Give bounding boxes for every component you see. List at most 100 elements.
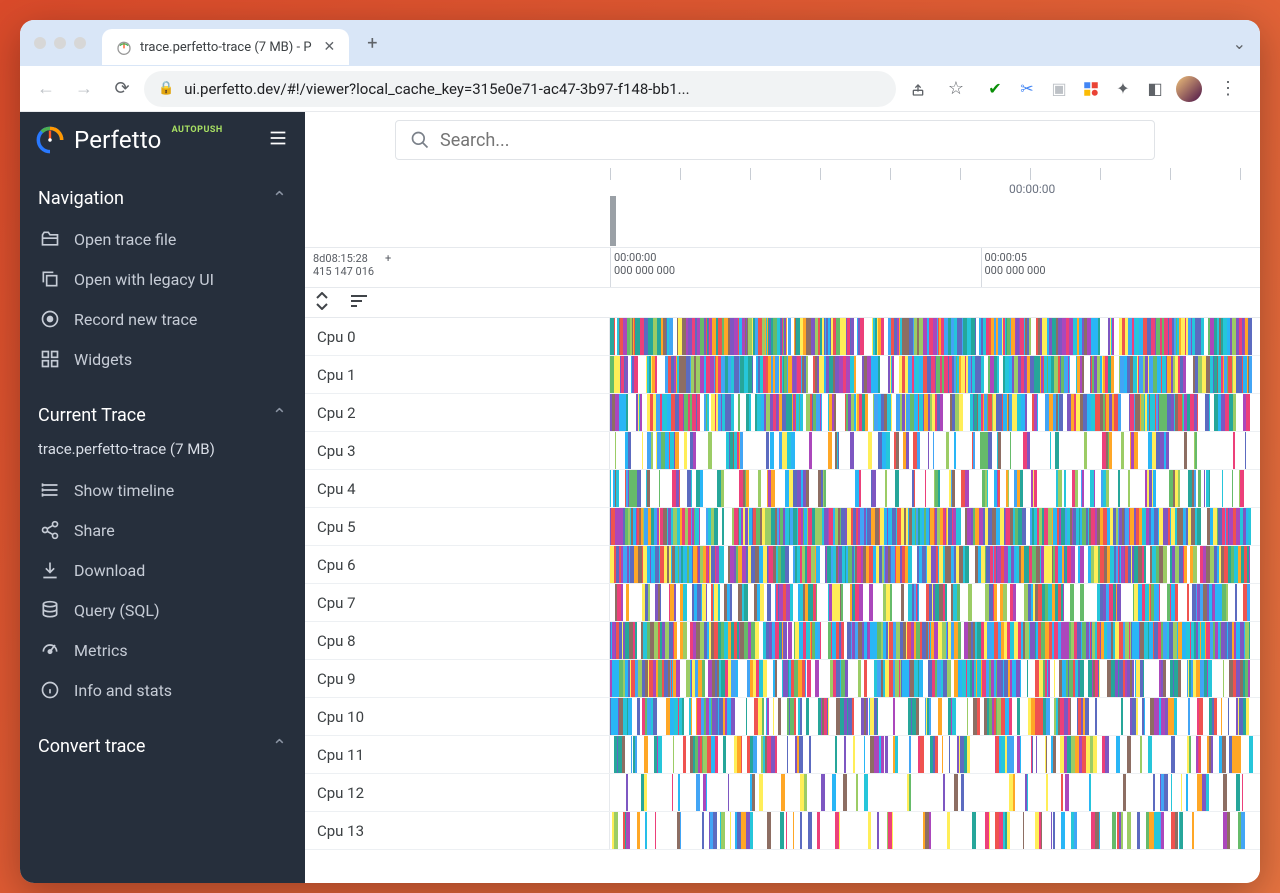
menuitem-show-timeline[interactable]: Show timeline — [20, 470, 305, 510]
track-data[interactable] — [610, 660, 1260, 697]
ruler-plus-icon: + — [385, 252, 391, 265]
track-label: Cpu 5 — [305, 508, 610, 545]
cpu-track[interactable]: Cpu 3 — [305, 432, 1260, 470]
cpu-track[interactable]: Cpu 8 — [305, 622, 1260, 660]
time-ruler[interactable]: 8d08:15:28 415 147 016 + 00:00:00000 000… — [305, 248, 1260, 288]
trace-filename: trace.perfetto-trace (7 MB) — [20, 436, 305, 470]
cpu-track[interactable]: Cpu 7 — [305, 584, 1260, 622]
menuitem-download[interactable]: Download — [20, 550, 305, 590]
cpu-track[interactable]: Cpu 2 — [305, 394, 1260, 432]
timeline-overview[interactable]: 00:00:0000:00:05 — [305, 168, 1260, 248]
menuitem-widgets[interactable]: Widgets — [20, 339, 305, 379]
ext-window-icon[interactable]: ▣ — [1048, 78, 1070, 100]
track-data[interactable] — [610, 698, 1260, 735]
record-icon — [40, 309, 60, 329]
nav-reload-icon[interactable]: ⟳ — [106, 73, 138, 105]
track-label: Cpu 6 — [305, 546, 610, 583]
track-data[interactable] — [610, 470, 1260, 507]
browser-tab[interactable]: trace.perfetto-trace (7 MB) - P ✕ — [102, 29, 349, 65]
share-page-icon[interactable] — [902, 73, 934, 105]
menuitem-share[interactable]: Share — [20, 510, 305, 550]
menuitem-label: Open with legacy UI — [74, 270, 214, 289]
bookmark-star-icon[interactable]: ☆ — [940, 73, 972, 105]
viewport-marker[interactable] — [610, 196, 616, 246]
chrome-menu-icon[interactable]: ⋮ — [1212, 73, 1244, 105]
cpu-track[interactable]: Cpu 13 — [305, 812, 1260, 850]
section-header[interactable]: Current Trace⌃ — [20, 393, 305, 436]
brand-name: Perfetto — [74, 126, 162, 154]
expand-collapse-icon[interactable] — [315, 292, 329, 314]
track-data[interactable] — [610, 356, 1260, 393]
search-input[interactable] — [440, 130, 1140, 151]
cpu-track[interactable]: Cpu 12 — [305, 774, 1260, 812]
track-label: Cpu 12 — [305, 774, 610, 811]
cpu-track[interactable]: Cpu 4 — [305, 470, 1260, 508]
track-label: Cpu 8 — [305, 622, 610, 659]
extension-icons: ✔ ✂ ▣ ✦ ◧ ⋮ — [984, 73, 1244, 105]
cpu-track[interactable]: Cpu 1 — [305, 356, 1260, 394]
section-header[interactable]: Convert trace⌃ — [20, 724, 305, 767]
section-title: Navigation — [38, 188, 124, 209]
track-data[interactable] — [610, 736, 1260, 773]
menuitem-metrics[interactable]: Metrics — [20, 630, 305, 670]
ruler-mark: 00:00:00000 000 000 — [614, 251, 675, 277]
track-data[interactable] — [610, 318, 1260, 355]
profile-avatar[interactable] — [1176, 76, 1202, 102]
widgets-icon — [40, 349, 60, 369]
track-controls — [305, 288, 1260, 318]
menuitem-query-sql-[interactable]: Query (SQL) — [20, 590, 305, 630]
omnibox[interactable]: 🔒 ui.perfetto.dev/#!/viewer?local_cache_… — [144, 71, 896, 107]
track-data[interactable] — [610, 812, 1260, 849]
track-label: Cpu 3 — [305, 432, 610, 469]
menuitem-label: Widgets — [74, 350, 132, 369]
track-label: Cpu 9 — [305, 660, 610, 697]
database-icon — [40, 600, 60, 620]
cpu-track[interactable]: Cpu 0 — [305, 318, 1260, 356]
track-data[interactable] — [610, 774, 1260, 811]
ext-blocks-icon[interactable] — [1080, 78, 1102, 100]
ext-scissors-icon[interactable]: ✂ — [1016, 78, 1038, 100]
chevron-up-icon: ⌃ — [272, 736, 287, 757]
menuitem-open-with-legacy-ui[interactable]: Open with legacy UI — [20, 259, 305, 299]
new-tab-button[interactable]: + — [367, 33, 377, 54]
sort-lines-icon[interactable] — [349, 293, 369, 312]
cpu-track[interactable]: Cpu 9 — [305, 660, 1260, 698]
search-icon — [410, 130, 430, 150]
track-data[interactable] — [610, 508, 1260, 545]
menuitem-label: Show timeline — [74, 481, 174, 500]
track-data[interactable] — [610, 546, 1260, 583]
track-data[interactable] — [610, 584, 1260, 621]
track-data[interactable] — [610, 394, 1260, 431]
menuitem-open-trace-file[interactable]: Open trace file — [20, 219, 305, 259]
chevron-up-icon: ⌃ — [272, 188, 287, 209]
menuitem-info-and-stats[interactable]: Info and stats — [20, 670, 305, 710]
perfetto-favicon — [116, 39, 132, 55]
track-data[interactable] — [610, 622, 1260, 659]
track-label: Cpu 2 — [305, 394, 610, 431]
track-label: Cpu 1 — [305, 356, 610, 393]
track-label: Cpu 7 — [305, 584, 610, 621]
ext-puzzle-icon[interactable]: ✦ — [1112, 78, 1134, 100]
cpu-track[interactable]: Cpu 11 — [305, 736, 1260, 774]
nav-forward-icon[interactable]: → — [68, 73, 100, 105]
menuitem-label: Info and stats — [74, 681, 172, 700]
cpu-track[interactable]: Cpu 10 — [305, 698, 1260, 736]
track-data[interactable] — [610, 432, 1260, 469]
track-area[interactable]: Cpu 0Cpu 1Cpu 2Cpu 3Cpu 4Cpu 5Cpu 6Cpu 7… — [305, 318, 1260, 883]
cpu-track[interactable]: Cpu 5 — [305, 508, 1260, 546]
search-box[interactable] — [395, 120, 1155, 160]
cpu-track[interactable]: Cpu 6 — [305, 546, 1260, 584]
menuitem-record-new-trace[interactable]: Record new trace — [20, 299, 305, 339]
tab-overflow-icon[interactable]: ⌄ — [1233, 34, 1246, 53]
ext-check-icon[interactable]: ✔ — [984, 78, 1006, 100]
ext-panel-icon[interactable]: ◧ — [1144, 78, 1166, 100]
nav-back-icon[interactable]: ← — [30, 73, 62, 105]
hamburger-icon[interactable] — [267, 127, 289, 153]
overview-tick-label: 00:00:00 — [1009, 182, 1055, 196]
tab-close-icon[interactable]: ✕ — [324, 39, 336, 55]
section-header[interactable]: Navigation ⌃ — [20, 176, 305, 219]
track-label: Cpu 13 — [305, 812, 610, 849]
lock-icon: 🔒 — [158, 81, 174, 96]
url-text: ui.perfetto.dev/#!/viewer?local_cache_ke… — [184, 80, 689, 98]
menuitem-label: Download — [74, 561, 145, 580]
